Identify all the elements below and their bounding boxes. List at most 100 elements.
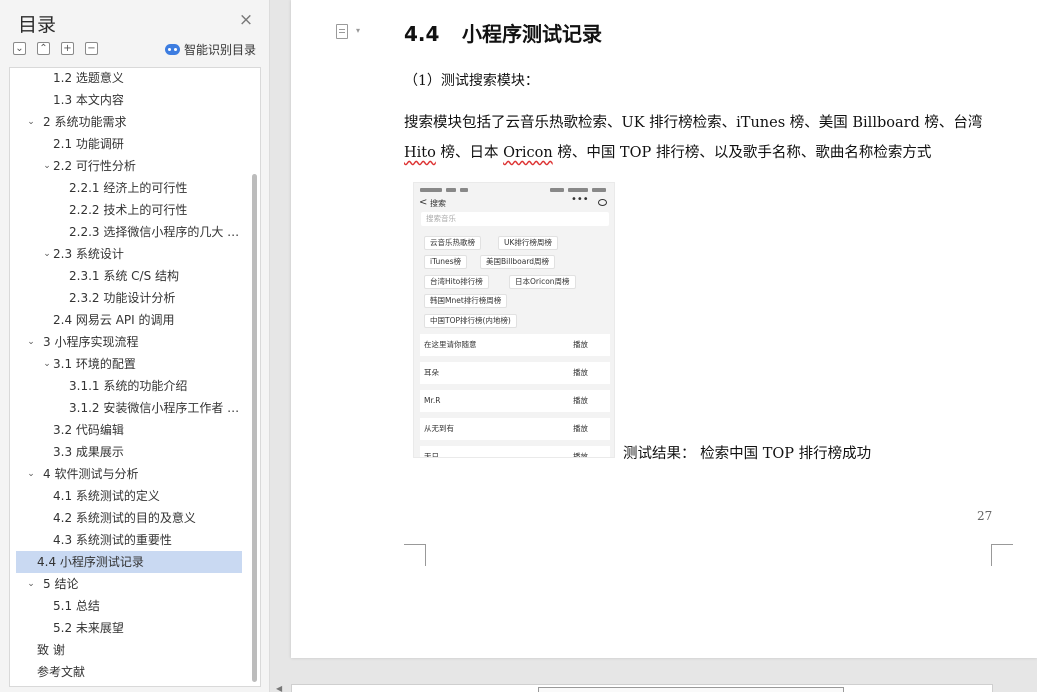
toc-item[interactable]: 5.2 未来展望 (16, 617, 242, 639)
toc-item-selected[interactable]: 4.4 小程序测试记录 (16, 551, 242, 573)
toc-item[interactable]: 1.2 选题意义 (16, 68, 242, 89)
horizontal-scrollbar[interactable] (291, 684, 993, 692)
chevron-down-icon[interactable]: ⌄ (26, 463, 36, 485)
toc-item-label: 5.2 未来展望 (53, 621, 124, 635)
phone-play-label: 播放 (573, 452, 588, 458)
toc-item[interactable]: 2.2.3 选择微信小程序的几大 … (16, 221, 242, 243)
smart-toc-label: 智能识别目录 (184, 42, 257, 57)
toc-item-label: 2.2.2 技术上的可行性 (69, 203, 188, 217)
section-number: 4.4 (404, 22, 440, 46)
toc-item-label: 2.1 功能调研 (53, 137, 124, 151)
phone-song-row: 在这里请你随意 播放 (420, 334, 610, 356)
toc-item[interactable]: ⌄ 4 软件测试与分析 (16, 463, 242, 485)
toc-item-label: 致 谢 (37, 643, 65, 657)
phone-play-label: 播放 (573, 396, 588, 405)
toc-item[interactable]: 1.3 本文内容 (16, 89, 242, 111)
toc-item[interactable]: 3.3 成果展示 (16, 441, 242, 463)
toc-item-label: 4.3 系统测试的重要性 (53, 533, 172, 547)
toc-item-label: 参考文献 (37, 665, 86, 679)
chevron-down-icon[interactable]: ⌄ (26, 111, 36, 133)
collapse-all-icon[interactable]: ⌄ (13, 42, 26, 55)
phone-chart-chip: 台湾Hito排行榜 (424, 275, 489, 289)
toc-item[interactable]: 4.2 系统测试的目的及意义 (16, 507, 242, 529)
phone-play-label: 播放 (573, 340, 588, 349)
toc-item-label: 3.3 成果展示 (53, 445, 124, 459)
phone-play-label: 播放 (573, 368, 588, 377)
toc-item[interactable]: ⌄ 2.3 系统设计 (16, 243, 242, 265)
toc-item[interactable]: 4.3 系统测试的重要性 (16, 529, 242, 551)
toc-item[interactable]: 2.2.2 技术上的可行性 (16, 199, 242, 221)
toc-item[interactable]: 参考文献 (16, 661, 242, 683)
para-text: 榜、中国 TOP 排行榜、以及歌手名称、歌曲名称检索方式 (552, 145, 932, 161)
toc-item-label: 5.1 总结 (53, 599, 100, 613)
body-paragraph: 搜索模块包括了云音乐热歌检索、UK 排行榜检索、iTunes 榜、美国 Bill… (404, 108, 1004, 168)
chevron-down-icon[interactable]: ⌄ (42, 353, 52, 375)
toc-item-label: 4.1 系统测试的定义 (53, 489, 160, 503)
toc-list-container: 1.2 选题意义 1.3 本文内容 ⌄ 2 系统功能需求 2.1 功能调研 ⌄ 2.2 可行… (9, 67, 261, 687)
add-heading-icon[interactable]: + (61, 42, 74, 55)
toc-item[interactable]: 2.1 功能调研 (16, 133, 242, 155)
toc-item[interactable]: 5.1 总结 (16, 595, 242, 617)
section-title: 小程序测试记录 (462, 22, 602, 46)
toc-item[interactable]: 2.2.1 经济上的可行性 (16, 177, 242, 199)
eye-icon (598, 199, 607, 206)
phone-chart-chip: 美国Billboard周榜 (480, 255, 556, 269)
toc-item[interactable]: ⌄ 2.2 可行性分析 (16, 155, 242, 177)
toc-item[interactable]: 3.2 代码编辑 (16, 419, 242, 441)
section-heading: 4.4 小程序测试记录 (404, 18, 602, 47)
horizontal-scroll-thumb[interactable] (538, 687, 844, 692)
chevron-up-icon[interactable]: ⌃ (37, 42, 50, 55)
toc-item-label: 1.3 本文内容 (53, 93, 124, 107)
chevron-down-icon[interactable]: ⌄ (42, 243, 52, 265)
phone-chart-chip: 云音乐热歌榜 (424, 236, 481, 250)
remove-heading-icon[interactable]: − (85, 42, 98, 55)
toc-item-label: 2.2.1 经济上的可行性 (69, 181, 188, 195)
toc-item[interactable]: ⌄ 2 系统功能需求 (16, 111, 242, 133)
toc-item[interactable]: ⌄ 3 小程序实现流程 (16, 331, 242, 353)
toc-title: 目录 (18, 14, 57, 36)
chevron-down-icon[interactable]: ⌄ (26, 573, 36, 595)
toc-item[interactable]: 2.4 网易云 API 的调用 (16, 309, 242, 331)
toc-item-label: 4.4 小程序测试记录 (37, 555, 144, 569)
toc-item[interactable]: 3.1.1 系统的功能介绍 (16, 375, 242, 397)
toc-item[interactable]: 2.3.1 系统 C/S 结构 (16, 265, 242, 287)
toc-item[interactable]: 2.3.2 功能设计分析 (16, 287, 242, 309)
sub-heading: （1）测试搜索模块： (404, 73, 539, 89)
phone-song-row: 天日 播放 (420, 446, 610, 458)
phone-song-row: 耳朵 播放 (420, 362, 610, 384)
close-icon[interactable]: × (238, 12, 254, 29)
document-icon[interactable] (336, 24, 348, 39)
smart-toc-button[interactable]: 智能识别目录 (165, 41, 256, 57)
toc-item[interactable]: 3.1.2 安装微信小程序工作者 … (16, 397, 242, 419)
toc-item-label: 1.2 选题意义 (53, 71, 124, 85)
chevron-down-icon[interactable]: ⌄ (26, 331, 36, 353)
toc-item-label: 2.4 网易云 API 的调用 (53, 313, 175, 327)
phone-chart-chip: 中国TOP排行榜(内地榜) (424, 314, 517, 328)
phone-song-name: 从无到有 (424, 424, 454, 433)
toc-panel: 目录 × ⌄ ⌃ + − 智能识别目录 1.2 选题意义 1.3 本文内容 ⌄ 2 系… (0, 0, 270, 692)
toc-item[interactable]: 4.1 系统测试的定义 (16, 485, 242, 507)
crop-mark-right (991, 544, 1013, 566)
chevron-down-icon[interactable]: ▾ (356, 26, 360, 35)
toc-item-label: 2.2.3 选择微信小程序的几大 … (69, 225, 240, 239)
phone-chart-chip: UK排行榜周榜 (498, 236, 558, 250)
phone-song-name: 在这里请你随意 (424, 340, 477, 349)
spellcheck-word: Oricon (503, 145, 553, 161)
page-number: 27 (977, 509, 993, 523)
scroll-left-icon[interactable]: ◀ (276, 684, 282, 692)
phone-play-label: 播放 (573, 424, 588, 433)
phone-song-name: 耳朵 (424, 368, 439, 377)
toc-item-label: 4.2 系统测试的目的及意义 (53, 511, 196, 525)
toc-item-label: 2.3.2 功能设计分析 (69, 291, 176, 305)
toc-scrollbar[interactable] (252, 174, 257, 682)
toc-item-label: 4 软件测试与分析 (43, 467, 139, 481)
toc-item[interactable]: ⌄ 5 结论 (16, 573, 242, 595)
toc-item[interactable]: ⌄ 3.1 环境的配置 (16, 353, 242, 375)
toc-item[interactable]: 致 谢 (16, 639, 242, 661)
para-text: 榜、日本 (435, 145, 504, 161)
chevron-down-icon[interactable]: ⌄ (42, 155, 52, 177)
phone-song-name: Mr.R (424, 396, 441, 405)
toc-item-label: 3.1.1 系统的功能介绍 (69, 379, 188, 393)
document-page: ▾ 4.4 小程序测试记录 （1）测试搜索模块： 搜索模块包括了云音乐热歌检索、U… (291, 0, 1037, 658)
phone-chart-chip: iTunes榜 (424, 255, 468, 269)
